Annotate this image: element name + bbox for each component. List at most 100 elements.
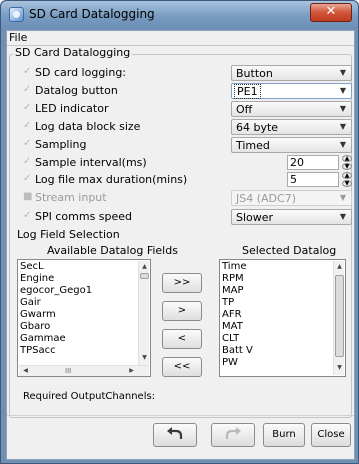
setting-label: Sample interval(ms) (35, 156, 147, 169)
row-log-block-size: ✓ Log data block size 64 byte ▼ (7, 119, 354, 135)
scroll-up-icon[interactable]: ▲ (335, 262, 344, 272)
setting-label: LED indicator (35, 102, 109, 115)
list-item[interactable]: TP (221, 297, 253, 309)
chevron-down-icon: ▼ (339, 68, 346, 77)
close-button[interactable]: Close (311, 423, 351, 447)
row-sample-interval: ✓ Sample interval(ms) 20 ▲ ▼ (7, 155, 354, 171)
datalog-button-select[interactable]: PE1 ▼ (231, 83, 352, 99)
stream-input-select: JS4 (ADC7) ▼ (231, 190, 352, 206)
required-output-label: Required OutputChannels: (23, 391, 156, 402)
group-title: SD Card Datalogging (13, 46, 133, 59)
row-log-max-duration: ✓ Log file max duration(mins) 5 ▲ ▼ (7, 172, 354, 188)
sample-interval-input[interactable]: 20 (287, 155, 339, 170)
setting-label: Log file max duration(mins) (35, 173, 188, 186)
list-item[interactable]: SecL (19, 261, 92, 273)
list-item[interactable]: Gbaro (19, 321, 92, 333)
add-button[interactable]: > (162, 301, 202, 321)
selected-fields-list[interactable]: Time RPM MAP TP AFR MAT CLT Batt V PW ▲ … (219, 259, 346, 377)
list-item[interactable]: Gair (19, 297, 92, 309)
check-icon: ✓ (23, 210, 32, 221)
footer-divider (7, 415, 354, 416)
setting-label: Log data block size (35, 120, 141, 133)
scroll-up-icon[interactable]: ▲ (140, 262, 149, 272)
setting-label: Stream input (35, 191, 107, 204)
redo-icon (225, 427, 241, 439)
row-sd-card-logging: ✓ SD card logging: Button ▼ (7, 65, 354, 81)
log-block-size-select[interactable]: 64 byte ▼ (231, 119, 352, 135)
selected-items: Time RPM MAP TP AFR MAT CLT Batt V PW (221, 261, 253, 369)
burn-button[interactable]: Burn (263, 423, 305, 447)
window-close-button[interactable]: ✕ (310, 3, 352, 22)
sampling-select[interactable]: Timed ▼ (231, 137, 352, 153)
chevron-down-icon: ▼ (339, 193, 346, 202)
scroll-thumb[interactable]: III (65, 366, 71, 376)
title-bar[interactable]: SD Card Datalogging ✕ (1, 1, 358, 28)
redo-button[interactable] (211, 423, 255, 447)
log-max-duration-input[interactable]: 5 (287, 172, 339, 187)
select-value: Timed (236, 139, 270, 152)
add-all-button[interactable]: >> (162, 273, 202, 293)
row-datalog-button: ✓ Datalog button PE1 ▼ (7, 83, 354, 99)
remove-all-button[interactable]: << (162, 357, 202, 377)
select-value: PE1 (234, 84, 261, 99)
scroll-down-icon[interactable]: ▼ (335, 363, 344, 373)
log-max-duration-spinner: ▲ ▼ (342, 172, 352, 187)
app-icon (9, 7, 24, 22)
list-item[interactable]: AFR (221, 309, 253, 321)
row-spi-speed: ✓ SPI comms speed Slower ▼ (7, 209, 354, 225)
spi-speed-select[interactable]: Slower ▼ (231, 209, 352, 225)
scroll-right-icon[interactable]: ▶ (127, 366, 136, 376)
available-hscroll[interactable]: ◀ III ▶ (19, 365, 149, 376)
menu-file[interactable]: File (9, 31, 27, 44)
chevron-down-icon: ▼ (339, 104, 346, 113)
row-led-indicator: ✓ LED indicator Off ▼ (7, 101, 354, 117)
chevron-down-icon: ▼ (339, 212, 346, 221)
available-vscroll[interactable]: ▲ ▼ (138, 261, 149, 365)
setting-label: SPI comms speed (35, 210, 133, 223)
spinner-up-icon[interactable]: ▲ (342, 155, 352, 162)
list-item[interactable]: Batt V (221, 345, 253, 357)
check-icon: ✓ (23, 102, 32, 113)
list-item[interactable]: Gwarm (19, 309, 92, 321)
check-icon: ✓ (23, 66, 32, 77)
selected-vscroll[interactable]: ▲ ▼ (333, 261, 344, 375)
list-item[interactable]: egocor_Gego1 (19, 285, 92, 297)
scroll-down-icon[interactable]: ▼ (140, 353, 149, 363)
check-icon: ✓ (23, 156, 32, 167)
undo-button[interactable] (153, 423, 197, 447)
scroll-left-icon[interactable]: ◀ (21, 366, 30, 376)
spinner-down-icon[interactable]: ▼ (342, 163, 352, 170)
select-value: Slower (236, 211, 274, 224)
available-fields-list[interactable]: SecL Engine egocor_Gego1 Gair Gwarm Gbar… (17, 259, 151, 377)
spinner-down-icon[interactable]: ▼ (342, 180, 352, 187)
chevron-down-icon: ▼ (339, 140, 346, 149)
list-item[interactable]: MAP (221, 285, 253, 297)
select-value: 64 byte (236, 121, 279, 134)
list-item[interactable]: RPM (221, 273, 253, 285)
spinner-up-icon[interactable]: ▲ (342, 172, 352, 179)
check-icon: ✓ (23, 84, 32, 95)
list-item[interactable]: MAT (221, 321, 253, 333)
sample-interval-spinner: ▲ ▼ (342, 155, 352, 170)
list-item[interactable]: Gammae (19, 333, 92, 345)
input-value: 20 (290, 156, 304, 169)
scroll-thumb[interactable] (140, 273, 149, 279)
check-icon: ✓ (23, 138, 32, 149)
dialog-window: SD Card Datalogging ✕ File SD Card Datal… (0, 0, 359, 464)
sd-card-logging-select[interactable]: Button ▼ (231, 65, 352, 81)
undo-icon (167, 427, 183, 439)
setting-label: SD card logging: (35, 66, 127, 79)
check-icon: ✓ (23, 120, 32, 131)
window-title: SD Card Datalogging (29, 7, 155, 21)
list-item[interactable]: TPSacc (19, 345, 92, 357)
setting-label: Sampling (35, 138, 87, 151)
scroll-thumb[interactable] (335, 275, 344, 357)
list-item[interactable]: CLT (221, 333, 253, 345)
list-item[interactable]: Time (221, 261, 253, 273)
list-item[interactable]: PW (221, 357, 253, 369)
select-value: JS4 (ADC7) (236, 192, 296, 205)
led-indicator-select[interactable]: Off ▼ (231, 101, 352, 117)
list-item[interactable]: Engine (19, 273, 92, 285)
log-field-title: Log Field Selection (17, 228, 120, 241)
remove-button[interactable]: < (162, 329, 202, 349)
